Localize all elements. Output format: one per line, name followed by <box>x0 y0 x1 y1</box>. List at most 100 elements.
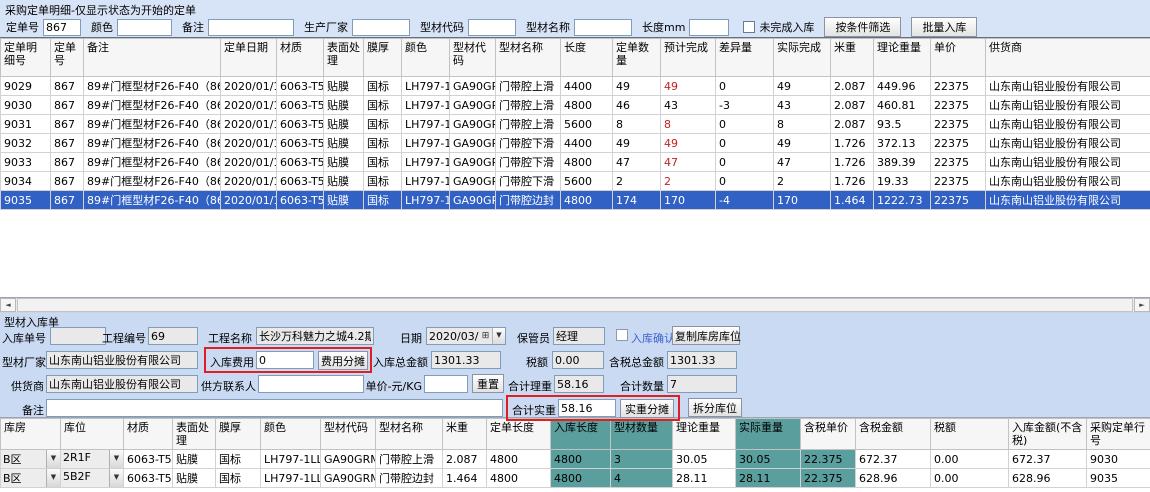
inbound-no-input[interactable] <box>50 327 106 345</box>
order-row[interactable]: 903186789#门框型材F26-F40（866+867）2020/01/13… <box>1 115 1150 134</box>
order-cell[interactable]: LH797-1LL0 <box>402 115 450 134</box>
inbound-cell[interactable]: 672.37 <box>1009 450 1087 469</box>
order-cell[interactable]: 贴膜 <box>324 153 364 172</box>
inbound-column-header[interactable]: 型材名称 <box>376 419 443 450</box>
inbound-cell[interactable]: 22.375 <box>801 450 856 469</box>
order-cell[interactable]: 93.5 <box>874 115 931 134</box>
inbound-column-header[interactable]: 含税金额 <box>856 419 931 450</box>
inbound-column-header[interactable]: 表面处理 <box>173 419 216 450</box>
order-cell[interactable]: 贴膜 <box>324 172 364 191</box>
inbound-column-header[interactable]: 理论重量 <box>673 419 736 450</box>
order-cell[interactable]: 22375 <box>931 96 986 115</box>
inbound-column-header[interactable]: 入库长度 <box>551 419 611 450</box>
inbound-cell[interactable]: 628.96 <box>1009 469 1087 488</box>
order-cell[interactable]: 2020/01/13 <box>221 115 277 134</box>
order-cell[interactable]: 4400 <box>561 77 613 96</box>
inbound-cell[interactable]: 6063-T5 <box>124 450 173 469</box>
order-cell[interactable]: 贴膜 <box>324 115 364 134</box>
chevron-down-icon[interactable]: ▼ <box>46 469 60 487</box>
inbound-cell[interactable]: 4800 <box>487 450 551 469</box>
inbound-column-header[interactable]: 税额 <box>931 419 1009 450</box>
order-cell[interactable]: 22375 <box>931 77 986 96</box>
inbound-cell[interactable]: 9035 <box>1087 469 1150 488</box>
inbound-cell[interactable]: GA90GRM03 <box>321 450 376 469</box>
inbound-cell[interactable]: 30.05 <box>673 450 736 469</box>
order-cell[interactable]: 22375 <box>931 115 986 134</box>
order-cell[interactable]: 6063-T5 <box>277 172 324 191</box>
order-cell[interactable]: 1.464 <box>831 191 874 210</box>
order-row[interactable]: 903286789#门框型材F26-F40（866+867）2020/01/13… <box>1 134 1150 153</box>
inbound-cell[interactable]: LH797-1LL0 <box>261 450 321 469</box>
order-column-header[interactable]: 定单明细号 <box>1 39 51 77</box>
order-cell[interactable]: 6063-T5 <box>277 115 324 134</box>
order-cell[interactable]: GA90GRM04 <box>450 172 496 191</box>
order-column-header[interactable]: 表面处理 <box>324 39 364 77</box>
order-cell[interactable]: 9032 <box>1 134 51 153</box>
order-cell[interactable]: 9030 <box>1 96 51 115</box>
inbound-cell[interactable]: 9030 <box>1087 450 1150 469</box>
order-cell[interactable]: 372.13 <box>874 134 931 153</box>
order-cell[interactable]: 2.087 <box>831 115 874 134</box>
order-cell[interactable]: 国标 <box>364 172 402 191</box>
order-cell[interactable]: 2020/01/13 <box>221 96 277 115</box>
supplier-contact-input[interactable] <box>258 375 364 393</box>
order-column-header[interactable]: 定单数量 <box>613 39 661 77</box>
order-cell[interactable]: LH797-1LL0 <box>402 134 450 153</box>
inbound-cell[interactable]: 国标 <box>216 469 261 488</box>
inbound-cell[interactable]: 4800 <box>487 469 551 488</box>
order-cell[interactable]: 8 <box>613 115 661 134</box>
order-column-header[interactable]: 定单日期 <box>221 39 277 77</box>
order-cell[interactable]: 6063-T5 <box>277 153 324 172</box>
inbound-column-header[interactable]: 入库金额(不含税) <box>1009 419 1087 450</box>
inbound-cell[interactable]: B区▼ <box>1 450 61 469</box>
order-cell[interactable]: GA90GRM04 <box>450 134 496 153</box>
inbound-column-header[interactable]: 采购定单行号 <box>1087 419 1150 450</box>
order-cell[interactable]: 389.39 <box>874 153 931 172</box>
location-select[interactable]: 2R1F▼ <box>61 450 123 468</box>
order-cell[interactable]: 贴膜 <box>324 96 364 115</box>
order-cell[interactable]: LH797-1LL0 <box>402 77 450 96</box>
order-cell[interactable]: 5600 <box>561 115 613 134</box>
order-cell[interactable]: GA90GRM03 <box>450 77 496 96</box>
inbound-row[interactable]: B区▼2R1F▼6063-T5贴膜国标LH797-1LL0GA90GRM03门带… <box>1 450 1150 469</box>
order-cell[interactable]: 贴膜 <box>324 191 364 210</box>
manufacturer-input[interactable] <box>46 351 198 369</box>
order-cell[interactable]: 0 <box>716 153 774 172</box>
order-column-header[interactable]: 型材名称 <box>496 39 561 77</box>
order-cell[interactable]: 6063-T5 <box>277 191 324 210</box>
order-cell[interactable]: LH797-1LL0 <box>402 172 450 191</box>
inbound-cell[interactable]: 4800 <box>551 469 611 488</box>
inbound-cell[interactable]: 4800 <box>551 450 611 469</box>
filter-by-condition-button[interactable]: 按条件筛选 <box>824 17 901 37</box>
order-cell[interactable]: 867 <box>51 191 84 210</box>
inbound-cell[interactable]: 4 <box>611 469 673 488</box>
batch-inbound-button[interactable]: 批量入库 <box>911 17 977 37</box>
chevron-down-icon[interactable]: ▼ <box>46 450 60 468</box>
order-cell[interactable]: 174 <box>613 191 661 210</box>
order-cell[interactable]: 89#门框型材F26-F40（866+867） <box>84 153 221 172</box>
fee-share-button[interactable]: 费用分摊 <box>318 351 368 370</box>
order-column-header[interactable]: 单价 <box>931 39 986 77</box>
order-cell[interactable]: GA90GRM03 <box>450 115 496 134</box>
order-cell[interactable]: 0 <box>716 115 774 134</box>
order-column-header[interactable]: 实际完成 <box>774 39 831 77</box>
inbound-column-header[interactable]: 材质 <box>124 419 173 450</box>
project-no-input[interactable] <box>148 327 198 345</box>
filter-input[interactable] <box>468 19 516 36</box>
order-row[interactable]: 903486789#门框型材F26-F40（866+867）2020/01/13… <box>1 172 1150 191</box>
order-cell[interactable]: 2 <box>661 172 716 191</box>
inbound-cell[interactable]: 贴膜 <box>173 469 216 488</box>
order-cell[interactable]: 0 <box>716 134 774 153</box>
order-row[interactable]: 902986789#门框型材F26-F40（866+867）2020/01/13… <box>1 77 1150 96</box>
order-cell[interactable]: 6063-T5 <box>277 77 324 96</box>
order-cell[interactable]: 1222.73 <box>874 191 931 210</box>
order-cell[interactable]: 门带腔下滑 <box>496 134 561 153</box>
order-column-header[interactable]: 米重 <box>831 39 874 77</box>
order-cell[interactable]: LH797-1LL0 <box>402 153 450 172</box>
order-cell[interactable]: 22375 <box>931 172 986 191</box>
order-cell[interactable]: 449.96 <box>874 77 931 96</box>
inbound-cell[interactable]: B区▼ <box>1 469 61 488</box>
order-cell[interactable]: 89#门框型材F26-F40（866+867） <box>84 191 221 210</box>
order-cell[interactable]: 6063-T5 <box>277 134 324 153</box>
order-cell[interactable]: 867 <box>51 96 84 115</box>
